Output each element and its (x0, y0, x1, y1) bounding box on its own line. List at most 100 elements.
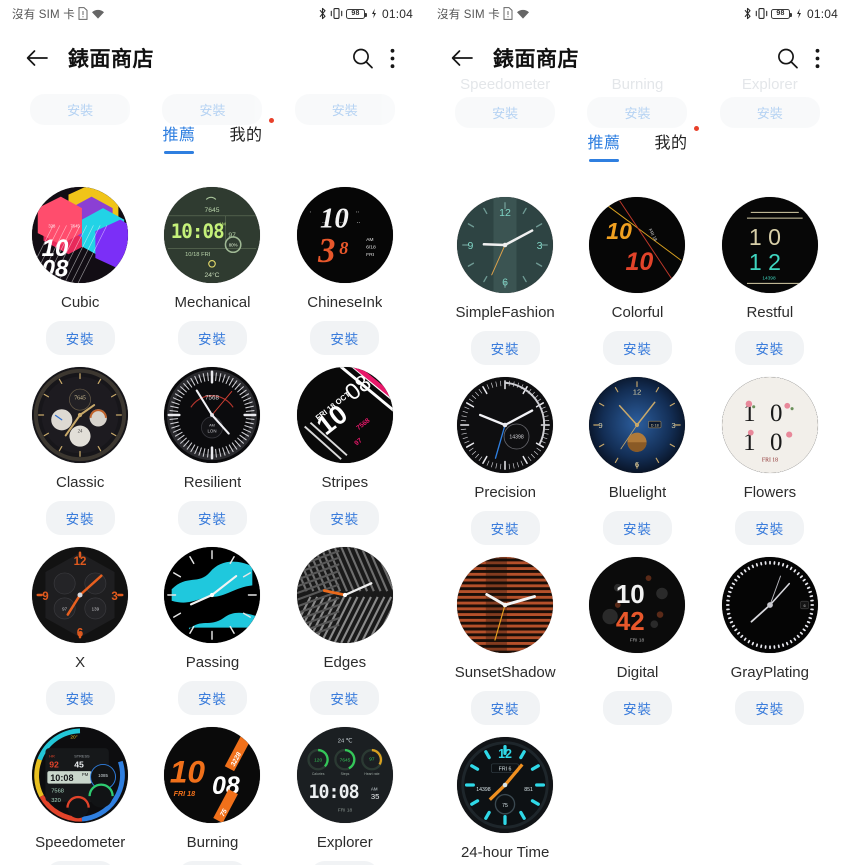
watchface-preview-classic[interactable]: 7645 24 (32, 367, 129, 463)
watchface-card[interactable]: 24 ℃ 120 7645 97 Calories Steps Heart rate… (279, 715, 411, 865)
watchface-card[interactable]: 7645 24 Classic 安裝 (14, 355, 146, 535)
watchface-grid-right: 12 3 6 9 SimpleFashion 安裝 10 10 FRI 18 Colorf… (425, 185, 850, 865)
install-button[interactable]: 安裝 (602, 511, 672, 545)
watchface-name: Precision (474, 484, 537, 501)
watchface-preview-speedometer[interactable]: 20° HR STRESS 92 45 10:08 PM 7568 320 10… (32, 727, 129, 823)
ghost-cell: 安裝 (571, 97, 703, 128)
watchface-preview-burning[interactable]: 10 08 FRI 18 3228 75 (164, 727, 261, 823)
watchface-card[interactable]: 14398 Precision 安裝 (439, 365, 571, 545)
watchface-card[interactable]: 7645 10:08 AM 97 80% 10/18 FRI 24°C Mecha… (146, 175, 278, 355)
svg-text:1085: 1085 (98, 773, 108, 778)
watchface-preview-flowers[interactable]: 1 0 1 0 FRI 18 (721, 377, 818, 473)
install-button[interactable]: 安裝 (177, 501, 247, 535)
install-button[interactable]: 安裝 (602, 331, 672, 365)
tab-mine[interactable]: 我的 (226, 118, 274, 145)
install-button[interactable]: 安裝 (45, 681, 115, 715)
watchface-preview-sunsetshadow[interactable] (457, 557, 554, 653)
page-title: 錶面商店 (493, 48, 579, 71)
watchface-card[interactable]: 12 3 6 9 D 18 Bluelight 安裝 (571, 365, 703, 545)
install-button[interactable]: 安裝 (470, 691, 540, 725)
screenshot-panel-left: 沒有 SIM 卡 98 01:04 錶面商店 安裝 安裝 安裝 推薦 我的 32… (0, 0, 425, 865)
svg-text:120: 120 (314, 758, 322, 764)
install-button[interactable]: 安裝 (310, 321, 380, 355)
install-button[interactable]: 安裝 (177, 321, 247, 355)
install-button[interactable]: 安裝 (45, 321, 115, 355)
svg-text:14398: 14398 (476, 787, 491, 793)
watchface-preview-x[interactable]: 12 3 6 9 97 139 (32, 547, 129, 643)
app-bar-right: 錶面商店 (425, 27, 850, 89)
watchface-card[interactable]: FRI 18 OCT 10 08 7568 97 Stripes 安裝 (279, 355, 411, 535)
svg-text:139: 139 (92, 606, 100, 611)
tab-recommended[interactable]: 推薦 (583, 127, 624, 162)
watchface-preview-restful[interactable]: 1 0 1 2 14398 (721, 197, 818, 293)
svg-text:AM: AM (371, 786, 378, 791)
back-button[interactable] (20, 41, 54, 75)
watchface-name: SimpleFashion (455, 304, 555, 321)
back-button[interactable] (445, 41, 479, 75)
status-bar-right-group: 98 01:04 (743, 7, 838, 21)
svg-text:FRI 18: FRI 18 (338, 807, 353, 813)
watchface-preview-edges[interactable] (296, 547, 393, 643)
install-button[interactable]: 安裝 (310, 681, 380, 715)
watchface-preview-hour24[interactable]: 12 FRI 6 14398 851 75 (457, 737, 554, 833)
watchface-card[interactable]: 12 FRI 6 14398 851 75 24-hour Time安裝 (439, 725, 571, 865)
svg-text:10/18 FRI: 10/18 FRI (186, 252, 212, 258)
tab-mine-badge-dot (693, 126, 699, 131)
watchface-card[interactable]: 6 GrayPlating 安裝 (704, 545, 836, 725)
svg-text:3: 3 (112, 591, 118, 603)
watchface-preview-precision[interactable]: 14398 (457, 377, 554, 473)
watchface-preview-bluelight[interactable]: 12 3 6 9 D 18 (589, 377, 686, 473)
watchface-preview-colorful[interactable]: 10 10 FRI 18 (589, 197, 686, 293)
watchface-card[interactable]: 1 0 1 0 FRI 18 Flowers 安裝 (704, 365, 836, 545)
watchface-card[interactable]: 328 7645 10 08 Cubic 安裝 (14, 175, 146, 355)
watchface-card[interactable]: 10 10 FRI 18 Colorful 安裝 (571, 185, 703, 365)
svg-text:24°C: 24°C (205, 271, 220, 279)
search-icon[interactable] (345, 41, 379, 75)
svg-text:9: 9 (42, 591, 48, 603)
install-button[interactable]: 安裝 (310, 501, 380, 535)
watchface-card[interactable]: Passing 安裝 (146, 535, 278, 715)
install-button[interactable]: 安裝 (45, 501, 115, 535)
watchface-card[interactable]: 20° HR STRESS 92 45 10:08 PM 7568 320 10… (14, 715, 146, 865)
watchface-preview-resilient[interactable]: 7568 AM LON (164, 367, 261, 463)
install-button[interactable]: 安裝 (602, 691, 672, 725)
page-title: 錶面商店 (68, 48, 154, 71)
watchface-card[interactable]: 12 3 6 9 97 139 X 安裝 (14, 535, 146, 715)
watchface-card[interactable]: SunsetShadow 安裝 (439, 545, 571, 725)
watchface-card[interactable]: 7568 AM LON Resilient 安裝 (146, 355, 278, 535)
tab-mine[interactable]: 我的 (651, 126, 699, 153)
install-button[interactable]: 安裝 (735, 331, 805, 365)
watchface-card[interactable]: 10 3 8 AM 6/18 FRI ChineseInk 安裝 (279, 175, 411, 355)
install-button[interactable]: 安裝 (735, 511, 805, 545)
more-vertical-icon[interactable] (379, 41, 405, 75)
install-button[interactable]: 安裝 (310, 861, 380, 865)
watchface-card[interactable]: 12 3 6 9 SimpleFashion 安裝 (439, 185, 571, 365)
watchface-card[interactable]: Edges 安裝 (279, 535, 411, 715)
bluetooth-icon (318, 7, 327, 20)
svg-text:97: 97 (62, 606, 67, 611)
install-button[interactable]: 安裝 (470, 331, 540, 365)
watchface-card[interactable]: 1 0 1 2 14398 Restful 安裝 (704, 185, 836, 365)
install-button[interactable]: 安裝 (735, 691, 805, 725)
watchface-preview-mechanical[interactable]: 7645 10:08 AM 97 80% 10/18 FRI 24°C (164, 187, 261, 283)
watchface-preview-digital[interactable]: 10 42 FRI 18 (589, 557, 686, 653)
watchface-card[interactable]: 10 08 FRI 18 3228 75 Burning 安裝 (146, 715, 278, 865)
install-button[interactable]: 安裝 (470, 511, 540, 545)
install-button[interactable]: 安裝 (177, 681, 247, 715)
install-button[interactable]: 安裝 (45, 861, 115, 865)
tab-recommended[interactable]: 推薦 (158, 119, 199, 154)
watchface-preview-grayplating[interactable]: 6 (721, 557, 818, 653)
watchface-preview-passing[interactable] (164, 547, 261, 643)
watchface-card[interactable]: 10 42 FRI 18 Digital 安裝 (571, 545, 703, 725)
watchface-preview-explorer[interactable]: 24 ℃ 120 7645 97 Calories Steps Heart rate… (296, 727, 393, 823)
install-button[interactable]: 安裝 (177, 861, 247, 865)
more-vertical-icon[interactable] (804, 41, 830, 75)
svg-text:14398: 14398 (762, 276, 776, 282)
watchface-preview-stripes[interactable]: FRI 18 OCT 10 08 7568 97 (296, 367, 393, 463)
vibrate-icon (755, 7, 768, 20)
search-icon[interactable] (770, 41, 804, 75)
watchface-preview-chineseink[interactable]: 10 3 8 AM 6/18 FRI (296, 187, 393, 283)
watchface-preview-cubic[interactable]: 328 7645 10 08 (32, 187, 129, 283)
watchface-preview-simplefashion[interactable]: 12 3 6 9 (457, 197, 554, 293)
svg-text:3: 3 (317, 232, 335, 270)
